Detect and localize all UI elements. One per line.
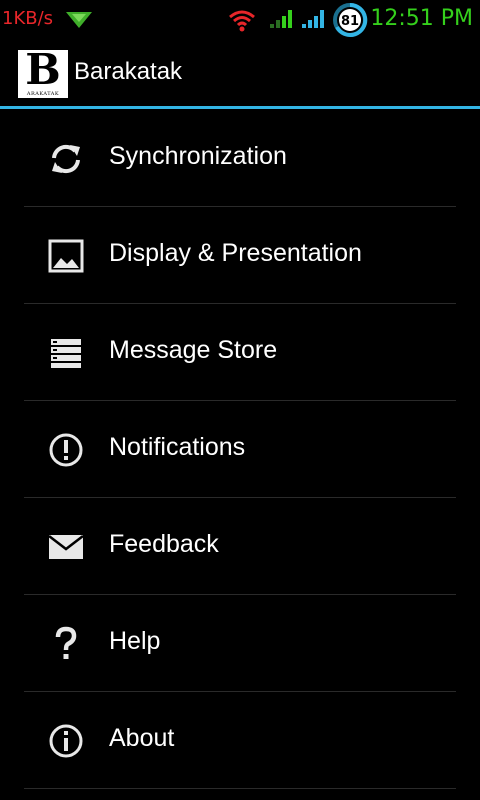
- sync-icon: [52, 144, 80, 174]
- menu-item-message-store[interactable]: Message Store: [24, 304, 456, 401]
- menu-item-synchronization[interactable]: Synchronization: [24, 110, 456, 207]
- menu-item-label: Feedback: [109, 530, 219, 558]
- status-bar: 1KB/s 81 12:51 PM: [0, 0, 480, 38]
- signal-sim1-icon: [270, 10, 292, 28]
- menu-item-label: Help: [109, 627, 161, 655]
- menu-item-display-presentation[interactable]: Display & Presentation: [24, 207, 456, 304]
- info-icon: [49, 724, 83, 758]
- menu-item-label: Notifications: [109, 433, 246, 461]
- envelope-icon: [48, 535, 84, 559]
- menu-item-about[interactable]: About: [24, 692, 456, 789]
- alert-circle-icon: [49, 433, 83, 467]
- storage-icon: [51, 339, 81, 368]
- menu-item-label: Synchronization: [109, 142, 287, 170]
- action-bar-divider: [0, 106, 480, 109]
- battery-level: 81: [341, 14, 359, 29]
- wifi-icon: [229, 10, 255, 32]
- menu-item-label: Message Store: [109, 336, 278, 364]
- app-title: Barakatak: [74, 58, 183, 85]
- battery-icon: 81: [333, 2, 368, 37]
- menu-item-label: About: [109, 724, 175, 752]
- network-speed: 1KB/s: [2, 8, 54, 29]
- menu-item-help[interactable]: Help: [24, 595, 456, 692]
- clock: 12:51 PM: [370, 6, 473, 31]
- menu-item-feedback[interactable]: Feedback: [24, 498, 456, 595]
- settings-menu: Synchronization Display & Presentation M…: [24, 110, 456, 789]
- question-icon: [55, 626, 77, 659]
- action-bar: B ARAKATAK Barakatak: [0, 38, 480, 106]
- logo-subtext: ARAKATAK: [26, 91, 60, 97]
- menu-item-label: Display & Presentation: [109, 239, 362, 267]
- download-notification-icon: [66, 12, 92, 28]
- signal-sim2-icon: [302, 10, 324, 28]
- logo-letter: B: [25, 45, 61, 94]
- menu-item-notifications[interactable]: Notifications: [24, 401, 456, 498]
- app-logo[interactable]: B ARAKATAK: [18, 45, 68, 98]
- image-icon: [48, 239, 84, 273]
